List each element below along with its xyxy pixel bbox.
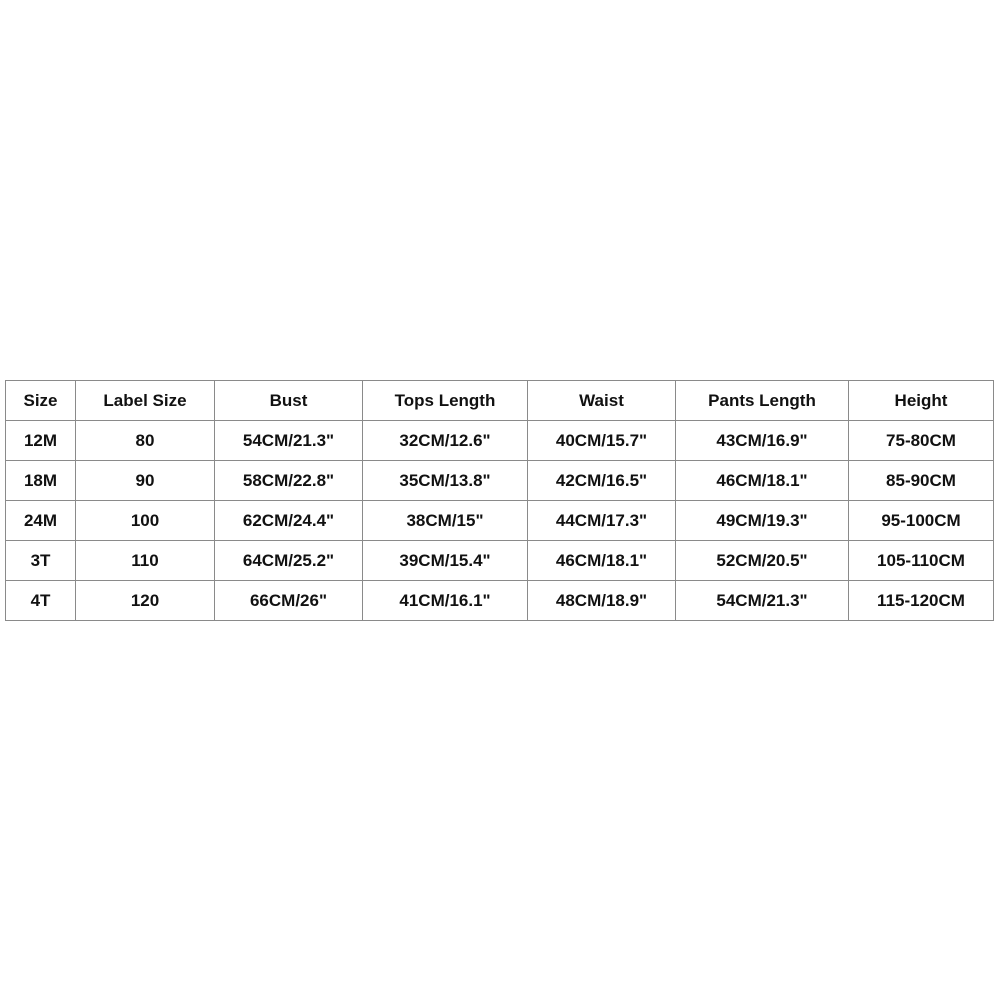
cell-label-size: 100 — [75, 500, 215, 541]
cell-size: 4T — [5, 580, 76, 621]
cell-bust: 58CM/22.8" — [214, 460, 363, 501]
cell-waist: 40CM/15.7" — [527, 420, 676, 461]
cell-size: 12M — [5, 420, 76, 461]
cell-pants-length: 46CM/18.1" — [675, 460, 849, 501]
header-row: Size Label Size Bust Tops Length Waist P… — [5, 380, 994, 421]
table-row: 18M 90 58CM/22.8" 35CM/13.8" 42CM/16.5" … — [5, 460, 994, 501]
cell-label-size: 90 — [75, 460, 215, 501]
cell-size: 18M — [5, 460, 76, 501]
cell-pants-length: 43CM/16.9" — [675, 420, 849, 461]
cell-label-size: 120 — [75, 580, 215, 621]
cell-tops-length: 41CM/16.1" — [362, 580, 528, 621]
cell-bust: 62CM/24.4" — [214, 500, 363, 541]
header-size: Size — [5, 380, 76, 421]
size-chart-table: Size Label Size Bust Tops Length Waist P… — [5, 380, 994, 621]
cell-size: 3T — [5, 540, 76, 581]
cell-height: 95-100CM — [848, 500, 994, 541]
header-label-size: Label Size — [75, 380, 215, 421]
cell-pants-length: 52CM/20.5" — [675, 540, 849, 581]
header-bust: Bust — [214, 380, 363, 421]
cell-label-size: 110 — [75, 540, 215, 581]
table-row: 24M 100 62CM/24.4" 38CM/15" 44CM/17.3" 4… — [5, 500, 994, 541]
header-height: Height — [848, 380, 994, 421]
cell-label-size: 80 — [75, 420, 215, 461]
cell-tops-length: 38CM/15" — [362, 500, 528, 541]
cell-waist: 48CM/18.9" — [527, 580, 676, 621]
cell-pants-length: 54CM/21.3" — [675, 580, 849, 621]
cell-tops-length: 32CM/12.6" — [362, 420, 528, 461]
cell-size: 24M — [5, 500, 76, 541]
cell-height: 85-90CM — [848, 460, 994, 501]
cell-tops-length: 35CM/13.8" — [362, 460, 528, 501]
table-row: 4T 120 66CM/26" 41CM/16.1" 48CM/18.9" 54… — [5, 580, 994, 621]
cell-height: 75-80CM — [848, 420, 994, 461]
table-row: 12M 80 54CM/21.3" 32CM/12.6" 40CM/15.7" … — [5, 420, 994, 461]
cell-bust: 54CM/21.3" — [214, 420, 363, 461]
cell-tops-length: 39CM/15.4" — [362, 540, 528, 581]
cell-waist: 42CM/16.5" — [527, 460, 676, 501]
header-waist: Waist — [527, 380, 676, 421]
header-tops-length: Tops Length — [362, 380, 528, 421]
cell-height: 105-110CM — [848, 540, 994, 581]
cell-waist: 46CM/18.1" — [527, 540, 676, 581]
cell-waist: 44CM/17.3" — [527, 500, 676, 541]
table-row: 3T 110 64CM/25.2" 39CM/15.4" 46CM/18.1" … — [5, 540, 994, 581]
header-pants-length: Pants Length — [675, 380, 849, 421]
cell-bust: 66CM/26" — [214, 580, 363, 621]
cell-bust: 64CM/25.2" — [214, 540, 363, 581]
cell-height: 115-120CM — [848, 580, 994, 621]
cell-pants-length: 49CM/19.3" — [675, 500, 849, 541]
